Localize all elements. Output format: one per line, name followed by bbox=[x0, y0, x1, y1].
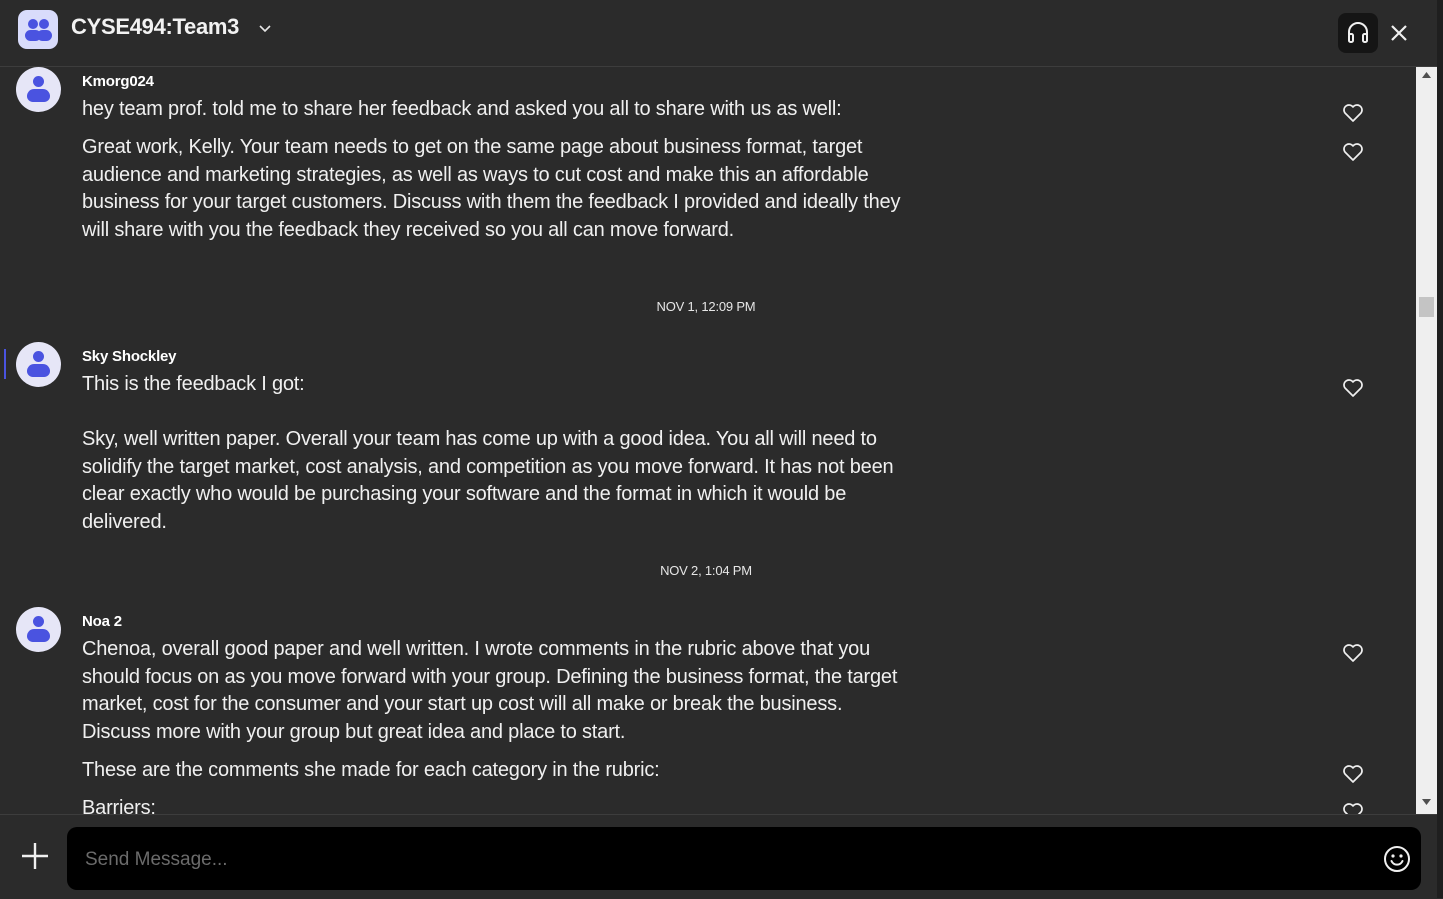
heart-icon[interactable] bbox=[1342, 802, 1364, 814]
message-scrollbar[interactable] bbox=[1416, 67, 1437, 814]
heart-icon[interactable] bbox=[1342, 378, 1364, 398]
avatar[interactable] bbox=[16, 342, 61, 387]
message-input-box[interactable] bbox=[67, 827, 1421, 890]
group-chat-icon bbox=[18, 10, 58, 49]
chevron-down-icon[interactable] bbox=[258, 21, 272, 39]
scroll-up-arrow-icon[interactable] bbox=[1421, 71, 1432, 79]
scroll-down-arrow-icon[interactable] bbox=[1421, 798, 1432, 806]
message-composer bbox=[0, 814, 1437, 899]
close-icon bbox=[1391, 25, 1407, 41]
avatar[interactable] bbox=[16, 67, 61, 112]
message-timestamp: NOV 1, 12:09 PM bbox=[656, 299, 756, 314]
heart-icon[interactable] bbox=[1342, 142, 1364, 162]
audio-call-button[interactable] bbox=[1338, 13, 1378, 53]
avatar[interactable] bbox=[16, 607, 61, 652]
message-text: Barriers: bbox=[82, 797, 156, 814]
message-input[interactable] bbox=[83, 845, 1357, 875]
message-text: Chenoa, overall good paper and well writ… bbox=[82, 638, 898, 743]
message-text: Great work, Kelly. Your team needs to ge… bbox=[82, 136, 901, 241]
chat-title[interactable]: CYSE494:Team3 bbox=[71, 14, 239, 40]
message-text: These are the comments she made for each… bbox=[82, 759, 660, 781]
headset-icon bbox=[1348, 22, 1368, 43]
scrollbar-thumb[interactable] bbox=[1419, 297, 1434, 317]
plus-icon[interactable] bbox=[20, 841, 50, 871]
window-edge bbox=[1437, 0, 1443, 898]
heart-icon[interactable] bbox=[1342, 103, 1364, 123]
message-timestamp: NOV 2, 1:04 PM bbox=[660, 563, 752, 578]
message-text: This is the feedback I got: Sky, well wr… bbox=[82, 373, 894, 533]
message-text: hey team prof. told me to share her feed… bbox=[82, 98, 842, 120]
heart-icon[interactable] bbox=[1342, 643, 1364, 663]
emoji-icon[interactable] bbox=[1383, 845, 1411, 873]
message-list[interactable]: Kmorg024 hey team prof. told me to share… bbox=[0, 67, 1416, 814]
message-author[interactable]: Sky Shockley bbox=[82, 348, 177, 365]
message-author[interactable]: Noa 2 bbox=[82, 613, 122, 630]
message-author[interactable]: Kmorg024 bbox=[82, 73, 154, 90]
heart-icon[interactable] bbox=[1342, 764, 1364, 784]
unread-indicator bbox=[4, 349, 6, 379]
chat-header: CYSE494:Team3 bbox=[0, 0, 1437, 67]
close-button[interactable] bbox=[1386, 20, 1412, 46]
